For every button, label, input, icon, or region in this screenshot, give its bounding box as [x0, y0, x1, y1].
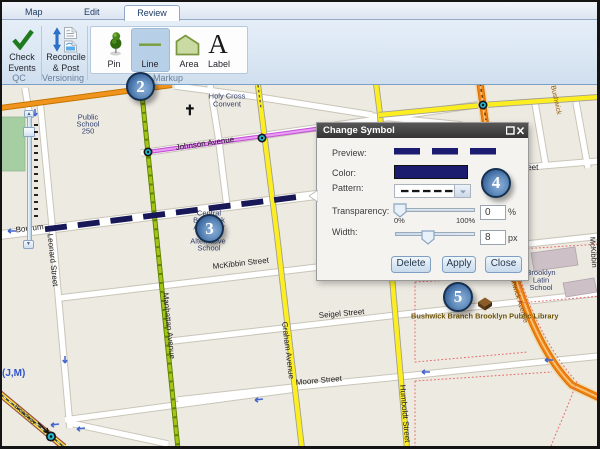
svg-text:Johnson Avenue: Johnson Avenue — [175, 135, 235, 152]
svg-text:McKibbin: McKibbin — [588, 237, 597, 268]
svg-text:Leonard Street: Leonard Street — [46, 233, 61, 287]
svg-text:✝: ✝ — [184, 104, 196, 119]
svg-text:250: 250 — [82, 127, 95, 136]
svg-text:Broadway: Broadway — [13, 404, 37, 426]
svg-text:Humboldt Street: Humboldt Street — [398, 384, 412, 443]
svg-text:(J,M): (J,M) — [2, 368, 25, 379]
svg-text:School: School — [530, 283, 553, 292]
svg-text:Convent: Convent — [213, 100, 242, 109]
svg-text:McKibbin Street: McKibbin Street — [212, 256, 270, 271]
svg-text:School: School — [198, 244, 221, 253]
svg-text:Bushwick Branch Brooklyn Publi: Bushwick Branch Brooklyn Public Library — [411, 312, 559, 321]
